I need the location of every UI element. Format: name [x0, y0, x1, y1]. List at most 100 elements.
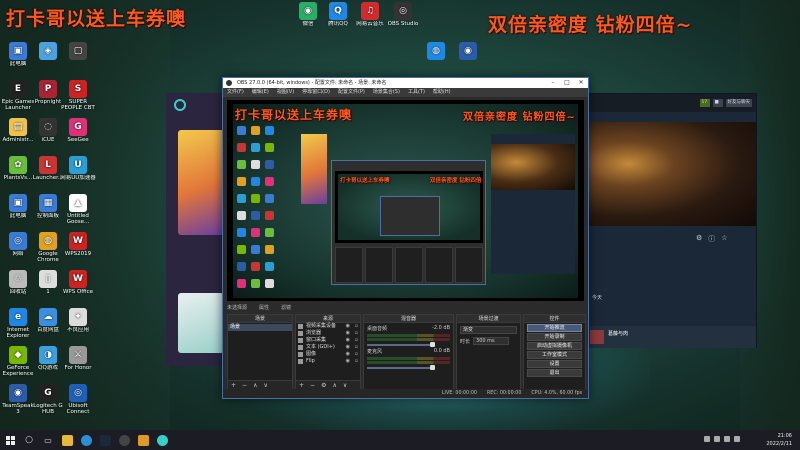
system-tray-icons[interactable]	[704, 436, 740, 442]
obs-preview[interactable]: 打卡哥以送上车券噢 双倍亲密度 钻粉四倍~ 打卡哥以送上车券噢 双倍亲密度 钻粉…	[227, 100, 584, 301]
preview-desktop-icon	[265, 279, 274, 288]
nested-obs-window: 打卡哥以送上车券噢 双倍亲密度 钻粉四倍	[331, 160, 486, 285]
lock-icon[interactable]: ▫	[355, 344, 358, 351]
chevron-up-icon[interactable]: ∧	[332, 381, 336, 389]
taskbar-app[interactable]	[77, 431, 95, 449]
steam-friends-button[interactable]: 好友与聊天	[725, 99, 752, 107]
preview-desktop-icon	[251, 245, 260, 254]
desktop-icon[interactable]: ♫ 网易云音乐	[352, 2, 388, 33]
scene-item[interactable]: 场景	[228, 324, 292, 331]
desktop-icon[interactable]: ✦ 不良应用	[60, 308, 96, 339]
menu-item[interactable]: 帮助(H)	[433, 88, 451, 97]
lock-icon[interactable]: ▫	[355, 330, 358, 337]
desktop-icon[interactable]: W WPS2019	[60, 232, 96, 263]
desktop-icon[interactable]: U 网易UU加速器	[60, 156, 96, 187]
menu-item[interactable]: 文件(F)	[227, 88, 244, 97]
control-button[interactable]: 开始推流	[527, 324, 582, 332]
chevron-down-icon[interactable]: ∨	[263, 381, 267, 389]
menu-item[interactable]: 工具(T)	[408, 88, 425, 97]
desktop-icon[interactable]: W WPS Office	[60, 270, 96, 301]
eye-icon[interactable]: ◉	[346, 323, 350, 330]
lock-icon[interactable]: ▫	[355, 351, 358, 358]
app-icon	[137, 434, 149, 446]
steam-news-item[interactable]: 葛藤与肉	[586, 326, 756, 348]
taskbar-app[interactable]	[96, 431, 114, 449]
maximize-icon[interactable]: □	[560, 78, 574, 88]
volume-slider[interactable]	[367, 342, 436, 347]
preview-steam	[491, 134, 575, 274]
lock-icon[interactable]: ▫	[355, 337, 358, 344]
task-view-button[interactable]: ▭	[39, 431, 57, 449]
channel-name: 麦克风	[367, 349, 383, 355]
eye-icon[interactable]: ◉	[346, 330, 350, 337]
duration-input[interactable]: 300 ms	[473, 337, 510, 345]
desktop-icon[interactable]: G SeeGee	[60, 118, 96, 149]
source-item[interactable]: 视频采集设备 ◉ ▫	[296, 323, 360, 330]
source-item[interactable]: 浏览器 ◉ ▫	[296, 330, 360, 337]
remove-icon[interactable]: −	[310, 381, 315, 389]
control-button[interactable]: 退出	[527, 369, 582, 377]
taskbar-app[interactable]	[153, 431, 171, 449]
desktop-icon[interactable]: ▲ Untitled Goose...	[60, 194, 96, 225]
properties-button[interactable]: 属性	[259, 304, 269, 312]
menu-item[interactable]: 视图(V)	[277, 88, 294, 97]
close-icon[interactable]: ✕	[574, 78, 588, 88]
control-button[interactable]: 启动虚拟摄像机	[527, 342, 582, 350]
source-item[interactable]: 图像 ◉ ▫	[296, 351, 360, 358]
search-icon: ○	[25, 435, 33, 445]
game-card-2[interactable]	[178, 293, 224, 353]
eye-icon[interactable]: ◉	[346, 337, 350, 344]
remove-icon[interactable]: −	[242, 381, 247, 389]
desktop-icon[interactable]: ◎ Ubisoft Connect	[60, 384, 96, 415]
menu-item[interactable]: 编辑(E)	[252, 88, 269, 97]
desktop-icon[interactable]: Q 腾讯QQ	[320, 2, 356, 33]
preview-desktop-icon	[265, 177, 274, 186]
star-icon[interactable]: ☆	[721, 234, 727, 244]
gear-icon[interactable]: ⚙	[321, 381, 326, 389]
desktop-icon[interactable]: ⚔ For Honor	[60, 346, 96, 377]
add-icon[interactable]: +	[231, 381, 236, 389]
source-item[interactable]: 文本 (GDI+) ◉ ▫	[296, 344, 360, 351]
volume-slider[interactable]	[367, 365, 436, 370]
clock[interactable]: 21:06 2022/2/11	[766, 432, 792, 448]
lock-icon[interactable]: ▫	[355, 358, 358, 365]
chevron-down-icon[interactable]: ∨	[343, 381, 347, 389]
desktop-icon[interactable]: ◉	[450, 42, 486, 73]
desktop-icon[interactable]: S SUPER PEOPLE CBT	[60, 80, 96, 111]
preview-desktop-icon	[251, 211, 260, 220]
obs-window[interactable]: OBS 27.0.0 (64-bit, windows) - 配置文件: 未命名…	[222, 77, 589, 399]
taskbar-app[interactable]	[58, 431, 76, 449]
taskbar-app[interactable]	[115, 431, 133, 449]
desktop-icon[interactable]: ▢	[60, 42, 96, 73]
gear-icon[interactable]: ⚙	[696, 234, 702, 244]
lock-icon[interactable]: ▫	[355, 323, 358, 330]
info-icon[interactable]: ⓘ	[708, 234, 715, 244]
eye-icon[interactable]: ◉	[346, 351, 350, 358]
filters-button[interactable]: 滤镜	[281, 304, 291, 312]
add-icon[interactable]: +	[299, 381, 304, 389]
search-button[interactable]: ○	[20, 431, 38, 449]
eye-icon[interactable]: ◉	[346, 358, 350, 365]
taskbar-app[interactable]	[134, 431, 152, 449]
minimize-icon[interactable]: –	[546, 78, 560, 88]
control-button[interactable]: 工作室模式	[527, 351, 582, 359]
control-button[interactable]: 设置	[527, 360, 582, 368]
menu-item[interactable]: 停靠窗口(D)	[302, 88, 330, 97]
game-card-overcooked[interactable]	[178, 130, 224, 235]
source-label: 窗口采集	[306, 337, 327, 343]
chevron-up-icon[interactable]: ∧	[253, 381, 257, 389]
control-button[interactable]: 开始录制	[527, 333, 582, 341]
steam-window[interactable]: 17 ■ 好友与聊天 ⚙ ⓘ ☆ 今天 葛藤与肉	[585, 93, 757, 348]
eye-icon[interactable]: ◉	[346, 344, 350, 351]
desktop-icon[interactable]: ◎ OBS Studio	[385, 2, 421, 33]
start-button[interactable]	[1, 431, 19, 449]
transition-select[interactable]: 渐变	[460, 326, 517, 334]
desktop-icon[interactable]: ◍	[418, 42, 454, 73]
source-item[interactable]: 窗口采集 ◉ ▫	[296, 337, 360, 344]
steam-chip-avatar[interactable]: ■	[712, 99, 723, 107]
preview-desktop-icon	[251, 194, 260, 203]
steam-chip-level[interactable]: 17	[699, 99, 710, 107]
menu-item[interactable]: 配置文件(P)	[338, 88, 365, 97]
source-item[interactable]: Flip ◉ ▫	[296, 358, 360, 365]
menu-item[interactable]: 场景集合(S)	[373, 88, 400, 97]
